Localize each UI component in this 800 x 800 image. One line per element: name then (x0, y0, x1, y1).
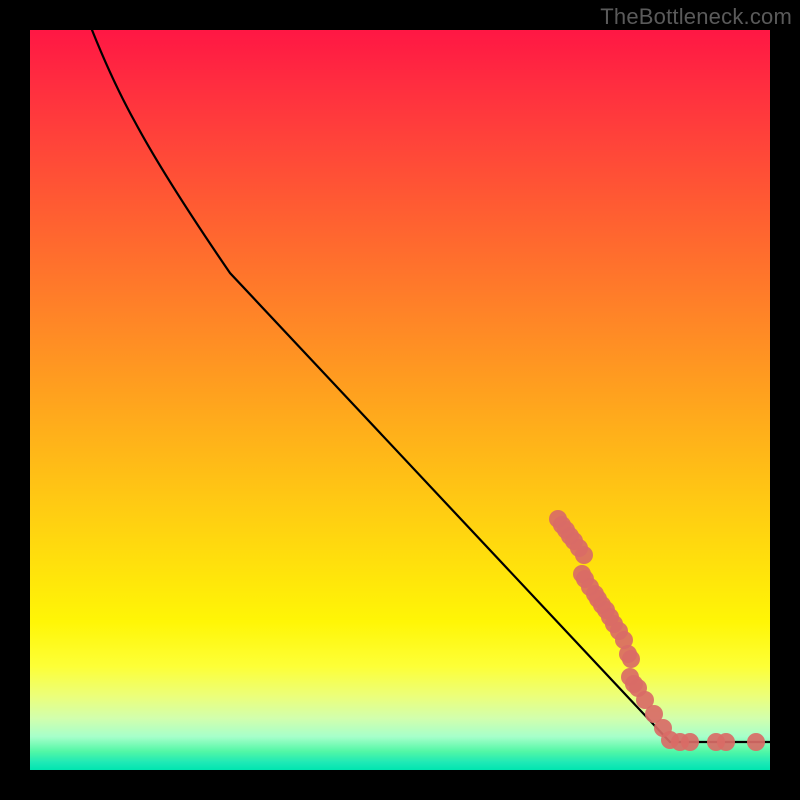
curve-overlay (30, 30, 770, 770)
main-curve (92, 30, 770, 742)
watermark-text: TheBottleneck.com (600, 4, 792, 30)
chart-container: TheBottleneck.com (0, 0, 800, 800)
plot-area (30, 30, 770, 770)
scatter-points (549, 510, 765, 751)
